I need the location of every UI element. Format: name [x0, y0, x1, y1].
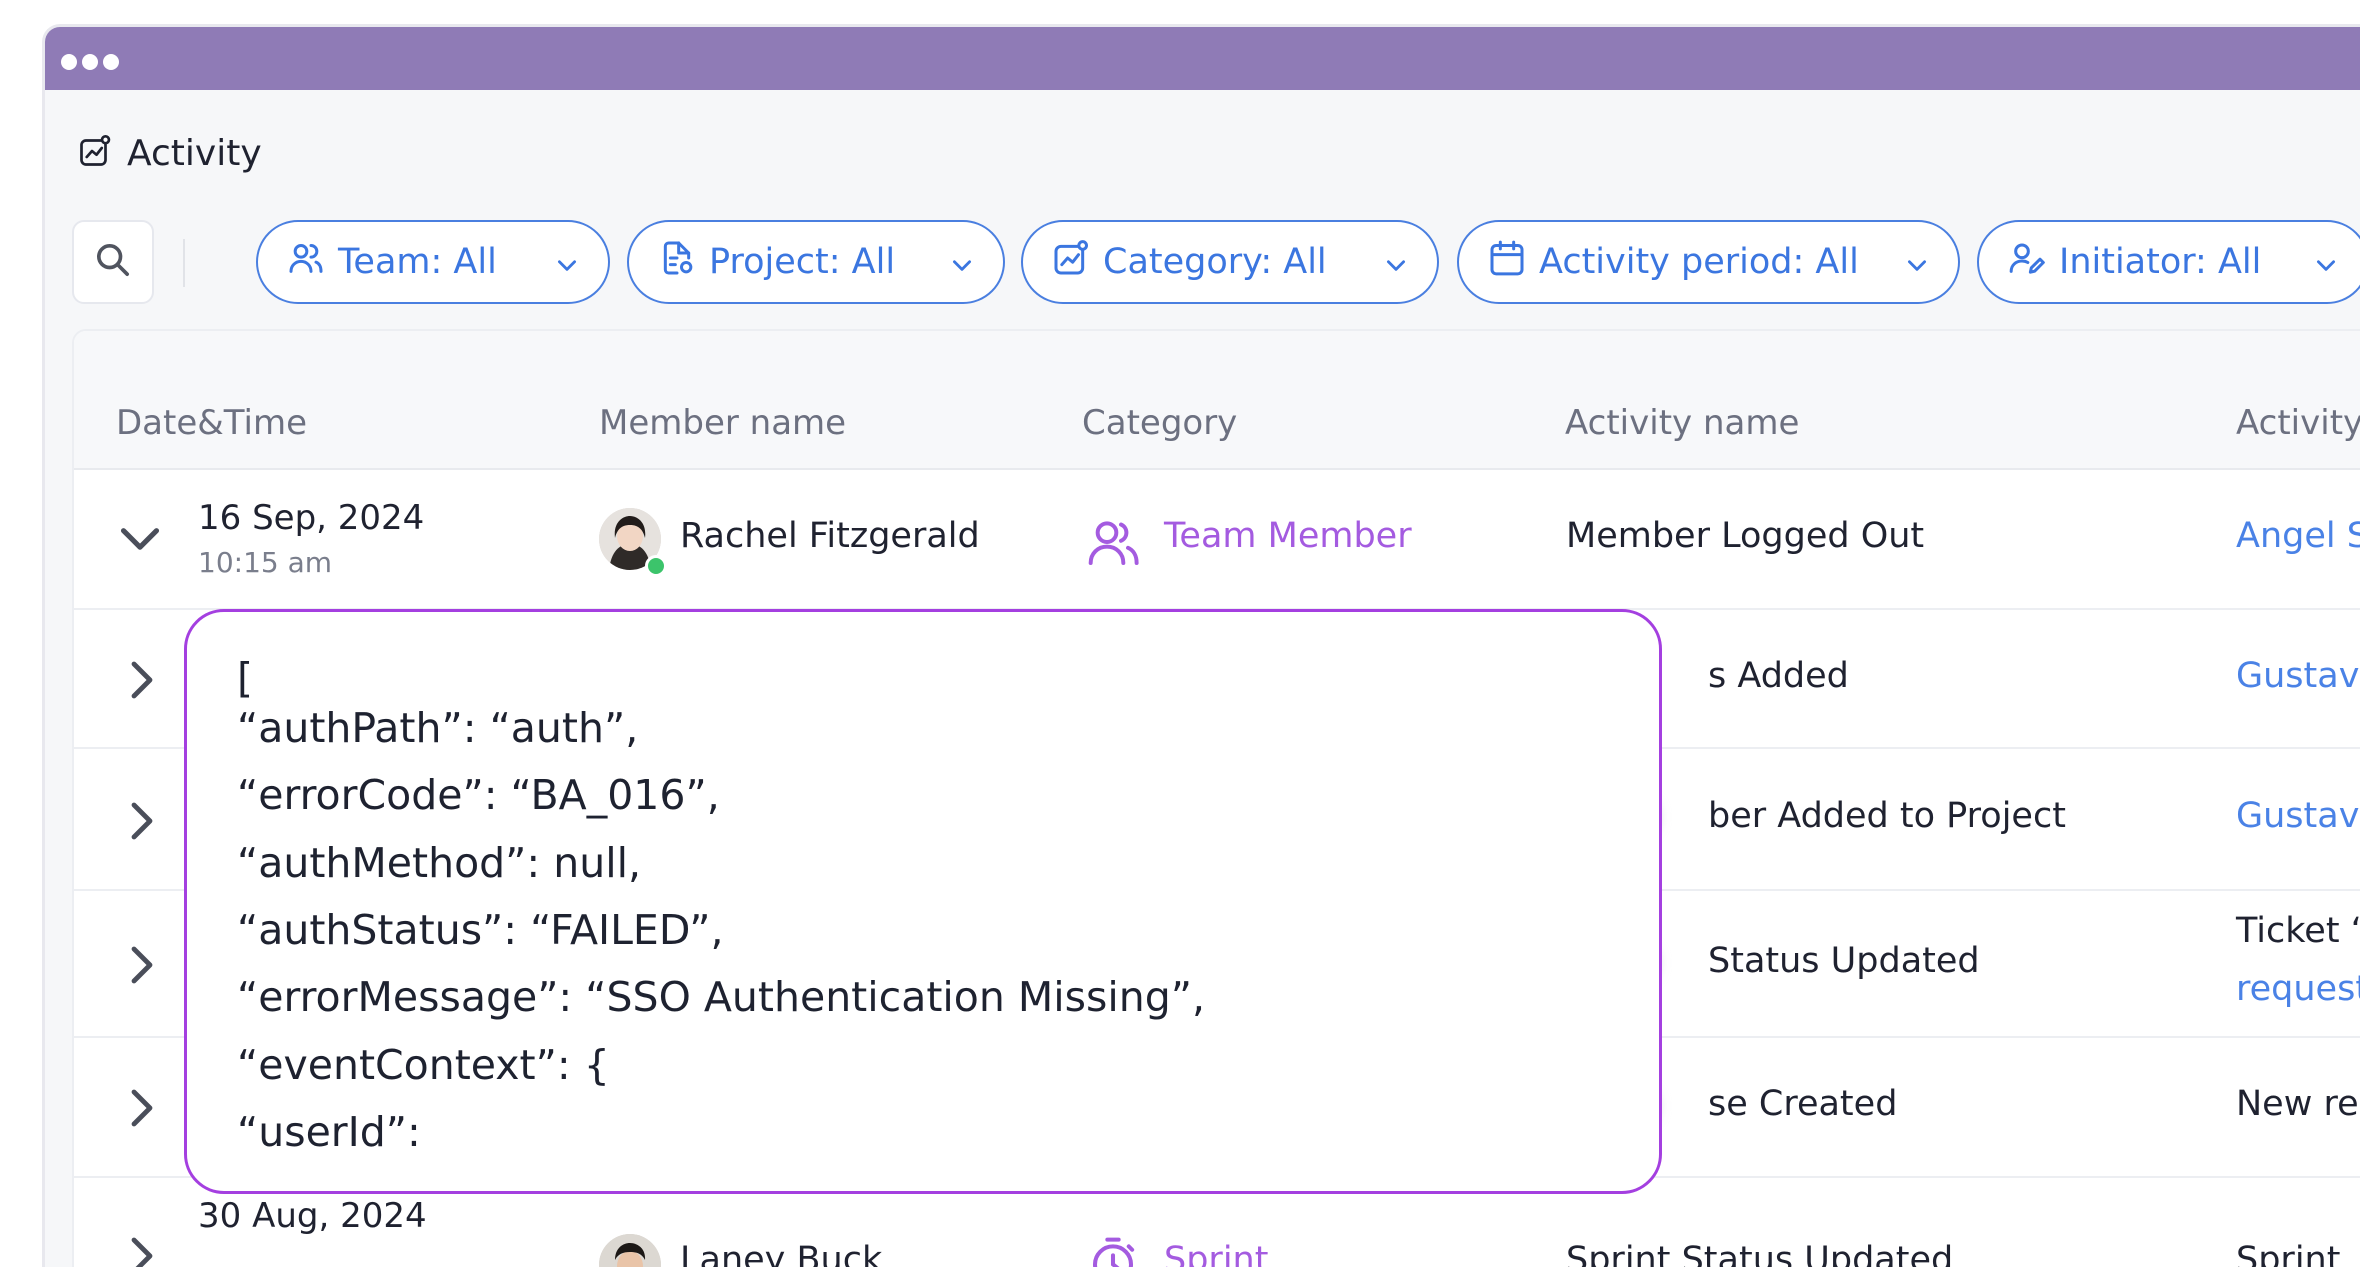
activity-detail-link[interactable]: Angel S	[2236, 516, 2360, 556]
table-row[interactable]: 16 Sep, 2024 10:15 am Rachel Fitzgerald …	[74, 470, 2360, 610]
member-name: Rachel Fitzgerald	[680, 516, 980, 556]
activity-period-filter[interactable]: Activity period: All	[1457, 220, 1960, 304]
calendar-icon	[1487, 238, 1527, 287]
activity-name: Member Logged Out	[1566, 516, 1925, 556]
page-title-label: Activity	[127, 132, 262, 174]
column-header-activity-name[interactable]: Activity name	[1565, 403, 1799, 443]
json-line: “authMethod”: null,	[237, 839, 642, 887]
activity-detail-text: Ticket “	[2236, 911, 2360, 951]
chevron-down-icon	[1387, 260, 1405, 271]
search-icon	[93, 240, 133, 284]
activity-name: Status Updated	[1708, 941, 1980, 981]
activity-name: se Created	[1708, 1084, 1898, 1124]
project-filter-label: Project: All	[709, 242, 896, 282]
activity-detail-text: Sprint	[2236, 1240, 2341, 1267]
column-header-member[interactable]: Member name	[599, 403, 846, 443]
category-filter-label: Category: All	[1103, 242, 1327, 282]
json-detail-popup: [ “authPath”: “auth”, “errorCode”: “BA_0…	[184, 609, 1662, 1194]
activity-period-filter-label: Activity period: All	[1539, 242, 1859, 282]
row-date: 30 Aug, 2024	[198, 1196, 427, 1236]
json-line: “errorMessage”: “SSO Authentication Miss…	[237, 973, 1206, 1021]
activity-name: ber Added to Project	[1708, 796, 2066, 836]
json-line: “eventContext”: {	[237, 1041, 610, 1089]
chevron-right-icon[interactable]	[130, 945, 154, 989]
category-label: Team Member	[1164, 516, 1412, 556]
project-filter[interactable]: Project: All	[627, 220, 1005, 304]
initiator-filter[interactable]: Initiator: All	[1977, 220, 2360, 304]
json-line: “errorCode”: “BA_016”,	[237, 771, 720, 819]
window-dot-icon[interactable]	[103, 54, 119, 70]
table-header: Date&Time Member name Category Activity …	[74, 331, 2360, 470]
timer-icon	[1086, 1234, 1140, 1267]
activity-detail-link[interactable]: Gustav	[2236, 656, 2359, 696]
chevron-down-icon	[1908, 260, 1926, 271]
json-line: [	[237, 654, 253, 702]
json-line: “userId”:	[237, 1108, 421, 1156]
window-titlebar	[45, 27, 2360, 90]
chevron-right-icon[interactable]	[130, 1088, 154, 1132]
json-line: “authPath”: “auth”,	[237, 704, 639, 752]
column-header-category[interactable]: Category	[1082, 403, 1237, 443]
initiator-filter-label: Initiator: All	[2059, 242, 2262, 282]
row-date: 16 Sep, 2024	[198, 498, 425, 538]
category-label: Sprint	[1164, 1240, 1269, 1267]
column-header-datetime[interactable]: Date&Time	[116, 403, 307, 443]
column-header-activity[interactable]: Activity	[2236, 403, 2360, 443]
member-name: Laney Buck	[680, 1240, 883, 1267]
users-icon	[1086, 516, 1142, 572]
filter-bar: Team: All Project: All Category: All Act…	[72, 217, 2360, 307]
online-status-icon	[645, 555, 667, 577]
chevron-right-icon[interactable]	[130, 1236, 154, 1267]
avatar	[599, 1234, 661, 1267]
activity-name: s Added	[1708, 656, 1849, 696]
window-dot-icon[interactable]	[82, 54, 98, 70]
activity-chart-icon	[77, 133, 113, 173]
activity-detail-link[interactable]: Gustav	[2236, 796, 2359, 836]
window-dot-icon[interactable]	[61, 54, 77, 70]
team-filter-label: Team: All	[338, 242, 497, 282]
activity-chart-icon	[1051, 238, 1091, 287]
json-line: “authStatus”: “FAILED”,	[237, 906, 724, 954]
activity-detail-link[interactable]: request	[2236, 969, 2360, 1009]
category-filter[interactable]: Category: All	[1021, 220, 1439, 304]
chevron-down-icon	[953, 260, 971, 271]
row-time: 10:15 am	[198, 546, 333, 579]
chevron-down-icon	[558, 260, 576, 271]
users-icon	[286, 238, 326, 287]
user-edit-icon	[2007, 238, 2047, 287]
project-file-icon	[657, 238, 697, 287]
activity-detail-text: New rel	[2236, 1084, 2360, 1124]
page-title: Activity	[77, 132, 262, 174]
search-button[interactable]	[72, 220, 154, 304]
filter-divider	[183, 239, 185, 287]
team-filter[interactable]: Team: All	[256, 220, 610, 304]
chevron-right-icon[interactable]	[130, 801, 154, 845]
chevron-right-icon[interactable]	[130, 660, 154, 704]
chevron-down-icon[interactable]	[118, 522, 162, 558]
chevron-down-icon	[2317, 260, 2335, 271]
activity-name: Sprint Status Updated	[1566, 1240, 1954, 1267]
